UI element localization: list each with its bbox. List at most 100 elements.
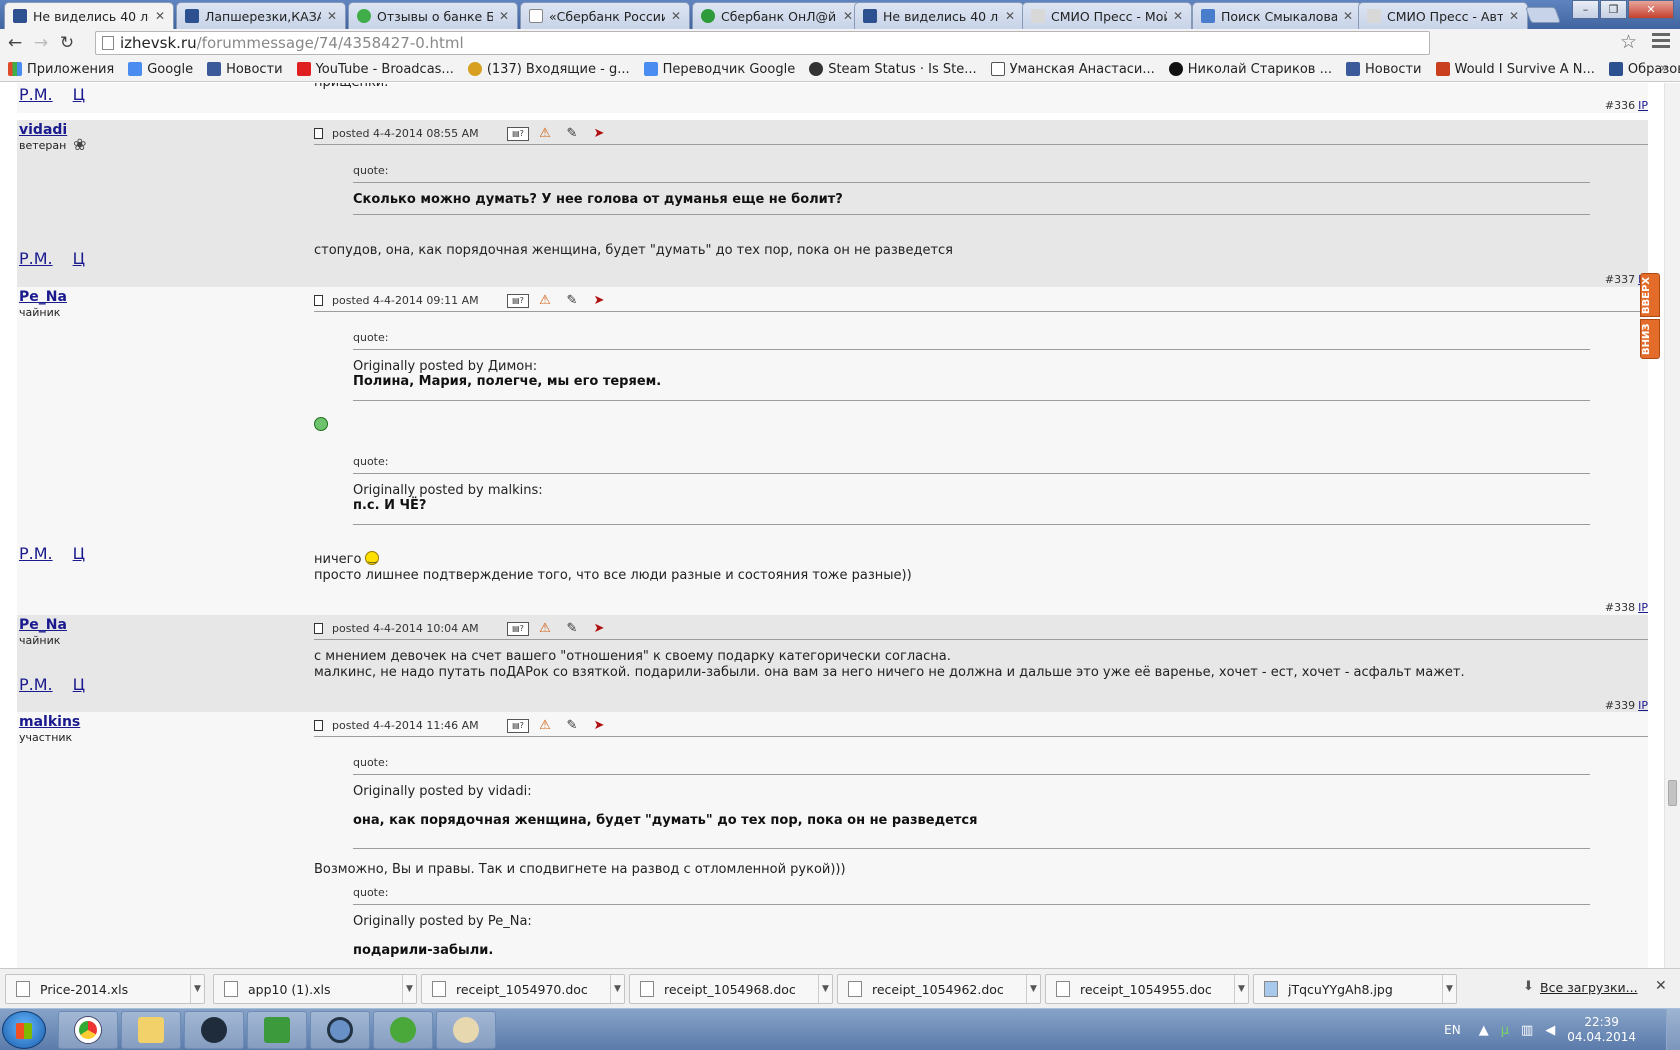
chevron-down-icon[interactable]: ▼ (190, 975, 204, 1003)
scroll-up-button[interactable]: ВВЕРХ (1640, 273, 1660, 317)
language-indicator[interactable]: EN (1444, 1023, 1461, 1037)
all-downloads-link[interactable]: Все загрузки... (1540, 980, 1638, 995)
chevron-down-icon[interactable]: ▼ (818, 975, 832, 1003)
c-link[interactable]: Ц (73, 249, 85, 268)
author-name[interactable]: Pe_Na (19, 617, 67, 633)
pm-link[interactable]: Р.М. (19, 85, 53, 104)
download-item[interactable]: jTqcuYYgAh8.jpg ▼ (1253, 974, 1457, 1004)
close-window-button[interactable]: ✕ (1628, 0, 1674, 19)
tab-1[interactable]: Лапшерезки,КАЗАНІ ✕ (176, 2, 346, 29)
chevron-down-icon[interactable]: ▼ (402, 975, 416, 1003)
profile-icon[interactable]: ▤? (507, 621, 529, 636)
tab-7[interactable]: Поиск Смыкалова :: ✕ (1192, 2, 1362, 29)
author-name[interactable]: Pe_Na (19, 289, 67, 305)
profile-icon[interactable]: ▤? (507, 718, 529, 733)
clock[interactable]: 22:39 04.04.2014 (1567, 1015, 1636, 1045)
excel-taskbar-button[interactable] (247, 1011, 307, 1049)
close-tab-icon[interactable]: ✕ (671, 9, 681, 23)
c-link[interactable]: Ц (73, 85, 85, 104)
close-tab-icon[interactable]: ✕ (499, 9, 509, 23)
profile-icon[interactable]: ▤? (507, 126, 529, 141)
close-tab-icon[interactable]: ✕ (1005, 9, 1015, 23)
chrome-menu-icon[interactable] (1652, 33, 1670, 49)
bookmark-education[interactable]: Образовательные у... (1608, 62, 1680, 77)
bookmark-star-icon[interactable]: ☆ (1620, 31, 1637, 53)
scrollbar-thumb[interactable] (1668, 780, 1677, 806)
bookmark-translate[interactable]: Переводчик Google (643, 62, 795, 77)
reload-button[interactable]: ↻ (56, 32, 78, 54)
pm-link[interactable]: Р.М. (19, 675, 53, 694)
bookmark-inbox[interactable]: (137) Входящие - g... (467, 62, 630, 77)
start-button[interactable] (2, 1011, 46, 1049)
bookmark-news[interactable]: Новости (207, 62, 283, 77)
utorrent-taskbar-button[interactable] (373, 1011, 433, 1049)
bookmark-apps[interactable]: Приложения (8, 62, 114, 77)
volume-icon[interactable]: ◀ (1545, 1023, 1555, 1038)
reply-icon[interactable]: ➤ (588, 621, 610, 636)
search-taskbar-button[interactable] (310, 1011, 370, 1049)
edit-icon[interactable]: ✎ (561, 126, 583, 141)
tab-0[interactable]: Не виделись 40 лет... ✕ (4, 2, 174, 29)
close-shelf-icon[interactable]: ✕ (1655, 978, 1667, 994)
c-link[interactable]: Ц (73, 675, 85, 694)
network-icon[interactable]: ▥ (1521, 1023, 1533, 1038)
chrome-taskbar-button[interactable] (58, 1011, 118, 1049)
download-item[interactable]: receipt_1054962.doc ▼ (837, 974, 1041, 1004)
page-scrollbar[interactable] (1664, 83, 1680, 968)
bookmark-steam[interactable]: Steam Status · Is Ste... (809, 62, 977, 77)
bookmark-google[interactable]: Google (128, 62, 193, 77)
minimize-button[interactable]: – (1572, 0, 1599, 19)
bookmark-starikov[interactable]: Николай Стариков ... (1168, 62, 1332, 77)
tab-6[interactable]: СМИО Пресс - Мой ✕ (1022, 2, 1192, 29)
edit-icon[interactable]: ✎ (561, 621, 583, 636)
show-desktop-button[interactable] (1666, 1009, 1680, 1050)
ip-link[interactable]: IP (1638, 601, 1648, 614)
chevron-down-icon[interactable]: ▼ (1026, 975, 1040, 1003)
warning-icon[interactable]: ⚠ (534, 293, 556, 308)
reply-icon[interactable]: ➤ (588, 718, 610, 733)
download-item[interactable]: receipt_1054955.doc ▼ (1045, 974, 1249, 1004)
profile-icon[interactable]: ▤? (507, 293, 529, 308)
bookmark-youtube[interactable]: YouTube - Broadcas... (296, 62, 454, 77)
paint-taskbar-button[interactable] (436, 1011, 496, 1049)
ip-link[interactable]: IP (1638, 99, 1648, 112)
pm-link[interactable]: Р.М. (19, 544, 53, 563)
new-tab-button[interactable] (1525, 7, 1561, 23)
tab-3[interactable]: «Сбербанк России» ✕ (520, 2, 690, 29)
show-hidden-icons-icon[interactable]: ▲ (1479, 1023, 1489, 1038)
edit-icon[interactable]: ✎ (561, 718, 583, 733)
forward-button[interactable]: → (30, 32, 52, 54)
warning-icon[interactable]: ⚠ (534, 621, 556, 636)
author-name[interactable]: malkins (19, 714, 80, 730)
chevron-down-icon[interactable]: ▼ (610, 975, 624, 1003)
tab-2[interactable]: Отзывы о банке БТА ✕ (348, 2, 518, 29)
close-tab-icon[interactable]: ✕ (327, 9, 337, 23)
download-item[interactable]: Price-2014.xls ▼ (5, 974, 205, 1004)
download-item[interactable]: receipt_1054968.doc ▼ (629, 974, 833, 1004)
bookmark-news-2[interactable]: Новости (1345, 62, 1422, 77)
chevron-down-icon[interactable]: ▼ (1234, 975, 1248, 1003)
steam-taskbar-button[interactable] (184, 1011, 244, 1049)
close-tab-icon[interactable]: ✕ (843, 9, 853, 23)
bookmarks-overflow-button[interactable]: » (1660, 61, 1668, 76)
explorer-taskbar-button[interactable] (121, 1011, 181, 1049)
close-tab-icon[interactable]: ✕ (155, 9, 165, 23)
warning-icon[interactable]: ⚠ (534, 126, 556, 141)
close-tab-icon[interactable]: ✕ (1509, 9, 1519, 23)
tab-8[interactable]: СМИО Пресс - Авто ✕ (1358, 2, 1528, 29)
tab-4[interactable]: Сбербанк ОнЛ@йн ✕ (692, 2, 862, 29)
bookmark-survive[interactable]: Would I Survive A N... (1435, 62, 1595, 77)
address-bar[interactable]: izhevsk.ru /forummessage/74/4358427-0.ht… (95, 31, 1430, 55)
reply-icon[interactable]: ➤ (588, 126, 610, 141)
download-item[interactable]: receipt_1054970.doc ▼ (421, 974, 625, 1004)
scroll-down-button[interactable]: ВНИЗ (1640, 319, 1660, 359)
pm-link[interactable]: Р.М. (19, 249, 53, 268)
utorrent-tray-icon[interactable]: µ (1501, 1023, 1509, 1038)
reply-icon[interactable]: ➤ (588, 293, 610, 308)
warning-icon[interactable]: ⚠ (534, 718, 556, 733)
close-tab-icon[interactable]: ✕ (1343, 9, 1353, 23)
back-button[interactable]: ← (4, 32, 26, 54)
c-link[interactable]: Ц (73, 544, 85, 563)
close-tab-icon[interactable]: ✕ (1173, 9, 1183, 23)
ip-link[interactable]: IP (1638, 699, 1648, 712)
